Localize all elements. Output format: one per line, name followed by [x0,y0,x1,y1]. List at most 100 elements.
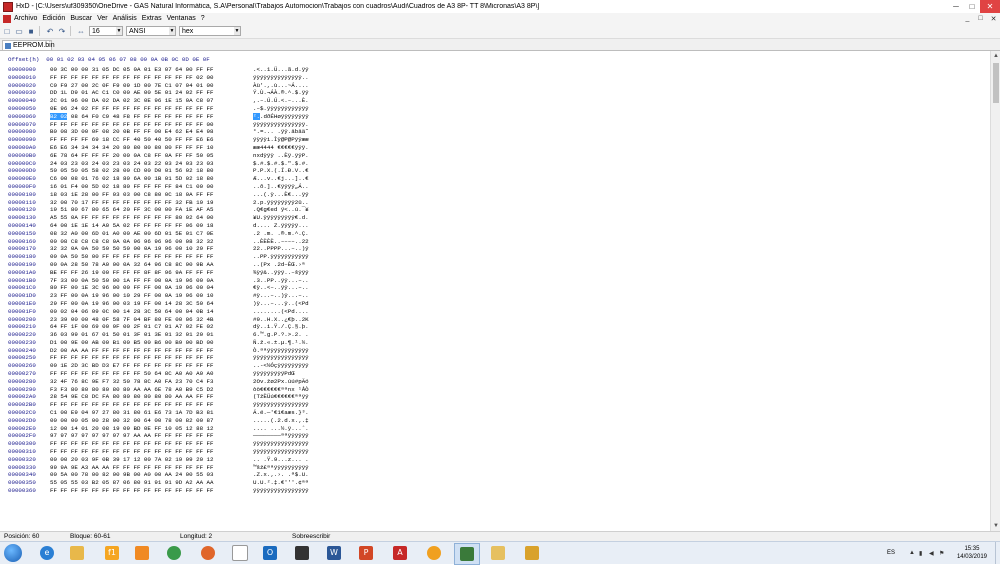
scroll-down-icon[interactable]: ▼ [991,521,1000,531]
chevron-down-icon[interactable]: ▼ [234,27,240,35]
row-hex-bytes[interactable]: 32 4F 76 8C 9E F7 32 50 78 8C A0 FA 23 7… [50,378,214,386]
row-hex-bytes[interactable]: 23 FF 00 0A 19 96 00 10 29 FF 00 0A 19 9… [50,292,214,300]
row-hex-bytes[interactable]: 23 39 00 00 48 0F 58 7F 04 BF 80 FE 00 0… [50,316,214,324]
row-hex-bytes[interactable]: FF FF FF FF FF FF FF FF FF FF FF FF FF F… [50,74,214,82]
row-ascii[interactable]: 2.p.ÿÿÿÿÿÿÿÿ2û.. [253,199,309,207]
row-ascii[interactable]: ÿÿÿÿÿÿÿÿÿPdŒ [253,370,309,378]
row-ascii[interactable]: ™šž£ªªÿÿÿÿÿÿÿÿÿÿ [253,464,309,472]
flag-icon[interactable]: ⚑ [939,550,946,557]
row-hex-bytes[interactable]: 08 32 A0 00 6D 01 A0 00 AE 00 6D 01 5E 0… [50,230,214,238]
powerpoint-icon[interactable]: P [354,543,378,563]
row-ascii[interactable]: €ÿ..<–..ÿÿ...–.. [253,284,309,292]
row-ascii[interactable]: Ý.Ù.¬ÁÀ.®.^.$.ÿÿ [253,89,309,97]
menu-extras[interactable]: Extras [142,15,162,22]
row-ascii[interactable]: 6.™.g.P.?.>.2. . [253,331,309,339]
row-hex-bytes[interactable]: F3 F3 80 80 80 80 80 80 AA AA 6E 78 A0 B… [50,386,214,394]
app-icon[interactable] [422,543,446,563]
row-ascii[interactable]: òò€€€€€€ªªnx ¹ÅÒ [253,386,309,394]
mdi-close-button[interactable]: ✕ [987,15,1000,23]
chevron-down-icon[interactable]: ▼ [169,27,175,35]
row-ascii[interactable]: ..(Px .2d–ÈŒ.›ª [253,261,305,269]
row-hex-bytes[interactable]: 7F 33 00 0A 50 50 00 1A FF FF 00 0A 19 9… [50,277,214,285]
row-ascii[interactable]: ..PP.ÿÿÿÿÿÿÿÿÿÿÿ [253,253,309,261]
start-button[interactable] [4,544,22,562]
row-ascii[interactable]: .2 .m. .®.m.^.Ç. [253,230,309,238]
row-hex-bytes[interactable]: 00 00 00 05 00 28 00 32 00 64 00 78 00 8… [50,417,214,425]
document-icon[interactable] [3,14,11,23]
row-ascii[interactable]: ¥U.ÿÿÿÿÿÿÿÿÿ€.d. [253,214,309,222]
row-ascii[interactable]: ÿÿÿÿÿÿÿÿÿÿÿÿÿÿ.. [253,74,309,82]
row-hex-bytes[interactable]: FF FF FF FF FF FF FF FF FF FF FF FF FF F… [50,401,214,409]
row-hex-bytes[interactable]: 0E 96 24 02 FF FF FF FF FF FF FF FF FF F… [50,105,214,113]
row-ascii[interactable]: ÿÿÿÿÿÿÿÿÿÿÿÿÿÿÿÿ [253,354,309,362]
row-ascii[interactable]: ————————ªªÿÿÿÿÿÿ [253,432,309,440]
explorer-icon[interactable] [65,543,89,563]
row-hex-bytes[interactable]: FF FF FF FF FF FF FF FF FF FF FF FF FF F… [50,121,214,129]
row-ascii[interactable]: ²..dðÉHøÿÿÿÿÿÿÿÿ [253,112,309,121]
menu-ventanas[interactable]: Ventanas [167,15,196,22]
row-ascii[interactable]: $.#.$.#.$.".$.#. [253,160,309,168]
row-ascii[interactable]: ææ4444 €€€€€ÿÿÿ. [253,144,309,152]
row-hex-bytes[interactable]: 55 05 55 03 B2 05 87 06 80 91 91 91 9D A… [50,479,214,487]
row-hex-bytes[interactable]: 97 97 97 97 97 97 97 97 AA AA FF FF FF F… [50,432,214,440]
row-ascii[interactable]: ..ô.]..€ÿÿÿÿ„Á.. [253,183,309,191]
display-mode-select[interactable]: hex ▼ [179,26,241,36]
minimize-button[interactable]: ─ [948,0,964,13]
tab-eeprom[interactable]: EEPROM.bin [2,40,55,50]
row-ascii[interactable]: d.... Z.ÿÿÿÿÿ... [253,222,309,230]
row-hex-bytes[interactable]: 2C 01 96 00 DA 02 DA 02 3C 0E 96 1E 15 0… [50,97,214,105]
row-ascii[interactable]: ÿÿÿÿÿÿÿÿÿÿÿÿÿÿÿÿ [253,487,309,495]
selected-text[interactable]: ². [253,112,260,120]
maximize-button[interactable]: □ [964,0,980,13]
row-hex-bytes[interactable]: 64 FF 1F 00 69 00 9F 00 2F 01 C7 01 A7 0… [50,323,214,331]
row-ascii[interactable]: #ÿ...–..)ÿ...–.. [253,292,309,300]
chrome-icon[interactable] [162,543,186,563]
row-ascii[interactable]: #9..H.X..¿€þ..2K [253,316,309,324]
row-hex-bytes[interactable]: 00 0A 50 50 00 FF FF FF FF FF FF FF FF F… [50,253,214,261]
chevron-down-icon[interactable]: ▼ [116,27,122,35]
row-hex-bytes[interactable]: DD 1L D9 01 AC C1 C0 00 AE 00 5E 01 24 0… [50,89,214,97]
menu-analisis[interactable]: Análisis [113,15,137,22]
row-hex-bytes[interactable]: C1 00 E9 04 97 27 80 31 80 61 E6 73 1A 7… [50,409,214,417]
row-ascii[interactable]: )ÿ...–...ÿ..(<Pd [253,300,309,308]
row-hex-bytes[interactable]: A5 55 0A FF FF FF FF FF FF FF FF FF 80 0… [50,214,214,222]
row-hex-bytes[interactable]: 28 54 9E C8 DC FA 80 80 80 80 80 80 AA A… [50,393,214,401]
row-ascii[interactable]: ..-<½Óçÿÿÿÿÿÿÿÿÿ [253,362,309,370]
row-ascii[interactable]: ..ÈÈÈÈ..––––..22 [253,238,309,246]
hxd-taskbar-icon[interactable] [454,543,480,565]
row-hex-bytes[interactable]: FF FF FF FF 69 18 CC FF 40 50 40 50 FF F… [50,136,214,144]
row-ascii[interactable]: 22..PPPP...–..)ÿ [253,245,309,253]
charset-select[interactable]: ANSI ▼ [126,26,176,36]
row-ascii[interactable]: ÿÿÿÿÿÿÿÿÿÿÿÿÿÿÿÿ [253,448,309,456]
row-hex-bytes[interactable]: 29 FF 00 0A 19 96 00 03 19 FF 00 14 28 3… [50,300,214,308]
firefox-icon[interactable] [196,543,220,563]
row-hex-bytes[interactable]: C6 00 08 01 76 02 18 80 6A 00 1B 01 5D 0… [50,175,214,183]
app-icon[interactable] [228,543,252,563]
row-hex-bytes[interactable]: 32 00 70 17 FF FF FF FF FF FF FF FF 32 F… [50,199,214,207]
row-hex-bytes[interactable]: BE FF FF 26 19 00 FF FF FF 8F 8F 96 9A F… [50,269,214,277]
row-ascii[interactable]: .Q€g€ed ÿ<..ú.¯¥ [253,206,309,214]
row-hex-bytes[interactable]: 16 01 F4 00 5D 02 18 80 FF FF FF FF 84 C… [50,183,214,191]
row-ascii[interactable]: 2Ov.žø2Px.úú#pÄó [253,378,309,386]
row-ascii[interactable]: ,.–.Ú.Ú.<.–...È. [253,97,309,105]
row-ascii[interactable]: .3..PP..ÿÿ...–.. [253,277,309,285]
close-button[interactable]: ✕ [980,0,1000,13]
row-hex-bytes[interactable]: 00 5A 00 78 00 82 00 9B 00 A0 00 AA 24 0… [50,471,214,479]
redo-icon[interactable]: ↷ [57,26,67,36]
row-hex-bytes[interactable]: FF FF FF FF FF FF FF FF FF FF FF FF FF F… [50,440,214,448]
row-ascii[interactable]: Ñ.ž.«.±.µ.¶.¹.½. [253,339,309,347]
row-ascii[interactable]: ÿÿÿÿÿÿÿÿÿÿÿÿÿÿÿ. [253,121,309,129]
ie-icon[interactable]: e [35,543,59,563]
save-icon[interactable]: ■ [26,26,36,36]
menu-archivo[interactable]: Archivo [14,15,37,22]
row-hex-bytes[interactable]: FF FF FF FF FF FF FF FF FF 50 64 8C A0 A… [50,370,214,378]
row-hex-bytes[interactable]: 00 3C 00 00 31 05 DC 05 0A 01 E3 07 64 0… [50,66,214,74]
clock[interactable]: 15:35 14/03/2019 [957,545,987,561]
app-icon[interactable] [130,543,154,563]
row-ascii[interactable]: .. .Ÿ.9...z... . [253,456,309,464]
row-hex-bytes[interactable]: FF FF FF FF FF FF FF FF FF FF FF FF FF F… [50,487,214,495]
open-folder-icon[interactable]: ▭ [14,26,24,36]
row-hex-bytes[interactable]: 24 03 23 03 24 03 23 03 24 03 22 03 24 0… [50,160,214,168]
row-hex-bytes[interactable]: 19 51 80 67 80 65 64 20 FF 3C 00 00 FA 1… [50,206,214,214]
mdi-restore-button[interactable]: □ [974,15,987,23]
